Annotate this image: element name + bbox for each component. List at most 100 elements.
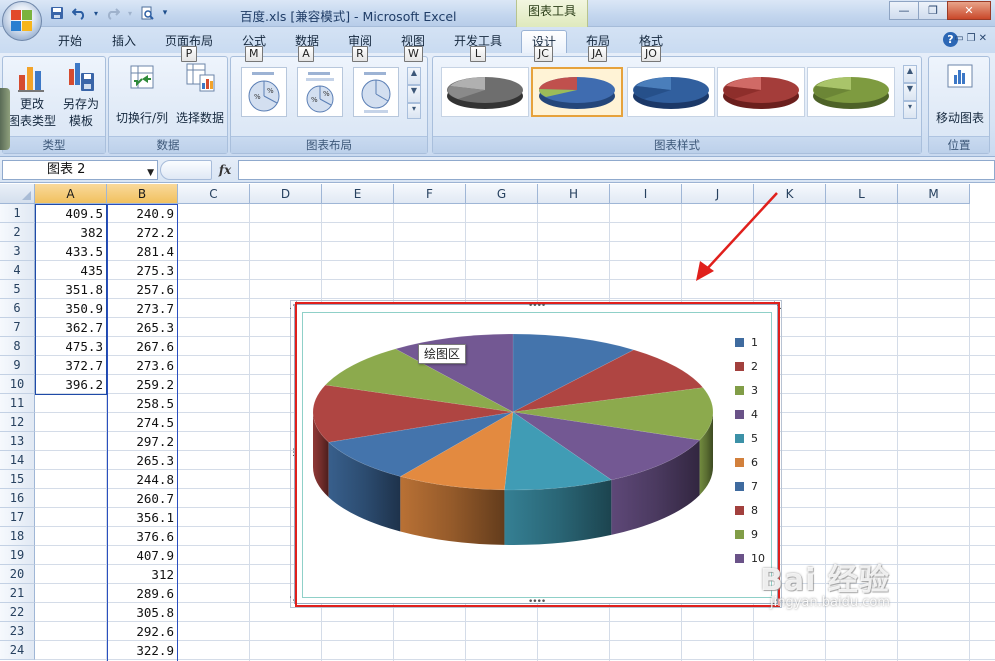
minimize-button[interactable]: —: [889, 1, 919, 20]
office-button[interactable]: [2, 1, 42, 41]
resize-handle-bottom[interactable]: ••••: [528, 597, 546, 607]
column-header-b[interactable]: B: [107, 184, 178, 204]
close-icon[interactable]: ✕: [979, 33, 987, 44]
legend-item-10[interactable]: 10: [735, 551, 765, 565]
column-header-a[interactable]: A: [35, 184, 107, 204]
column-header-h[interactable]: H: [538, 184, 610, 204]
insert-function-icon[interactable]: fx: [214, 160, 236, 180]
row-header-4[interactable]: 4: [0, 261, 35, 280]
tab-home[interactable]: 开始: [48, 30, 92, 53]
undo-icon[interactable]: [70, 4, 88, 22]
chart-style-gray[interactable]: [441, 67, 529, 117]
gallery-scroll-down-icon[interactable]: ▼: [407, 85, 421, 103]
legend-item-2[interactable]: 2: [735, 359, 758, 373]
layout-option-1[interactable]: %%: [241, 67, 287, 117]
row-header-23[interactable]: 23: [0, 622, 35, 641]
dropdown-arrow-icon[interactable]: ▾: [92, 4, 100, 22]
restore-icon[interactable]: ❐: [967, 33, 976, 44]
switch-row-column-button[interactable]: 切换行/列: [111, 61, 173, 127]
close-button[interactable]: ✕: [947, 1, 991, 20]
layout-option-2[interactable]: %%: [297, 67, 343, 117]
resize-handle-top[interactable]: ••••: [528, 301, 546, 311]
chart-style-green[interactable]: [807, 67, 895, 117]
row-header-2[interactable]: 2: [0, 223, 35, 242]
row-header-1[interactable]: 1: [0, 204, 35, 223]
styles-scroll-up-icon[interactable]: ▲: [903, 65, 917, 83]
name-box-dropdown-icon[interactable]: ▼: [147, 164, 154, 182]
tab-insert[interactable]: 插入: [104, 30, 144, 53]
row-header-18[interactable]: 18: [0, 527, 35, 546]
column-header-d[interactable]: D: [250, 184, 322, 204]
row-header-11[interactable]: 11: [0, 394, 35, 413]
minimize-icon[interactable]: ▭: [954, 33, 963, 44]
column-header-i[interactable]: I: [610, 184, 682, 204]
legend-item-5[interactable]: 5: [735, 431, 758, 445]
legend-item-4[interactable]: 4: [735, 407, 758, 421]
save-icon[interactable]: [48, 4, 66, 22]
legend-item-6[interactable]: 6: [735, 455, 758, 469]
redo-icon[interactable]: [104, 4, 122, 22]
customize-qat-icon[interactable]: ▾: [160, 4, 170, 22]
row-header-8[interactable]: 8: [0, 337, 35, 356]
move-chart-button[interactable]: 移动图表: [931, 61, 989, 127]
gallery-more-icon[interactable]: ▾: [407, 103, 421, 119]
row-header-20[interactable]: 20: [0, 565, 35, 584]
row-header-21[interactable]: 21: [0, 584, 35, 603]
chart-style-blue[interactable]: [627, 67, 715, 117]
row-header-14[interactable]: 14: [0, 451, 35, 470]
column-header-c[interactable]: C: [178, 184, 250, 204]
select-data-button[interactable]: 选择数据: [173, 61, 227, 127]
resize-handle-left[interactable]: ⋮: [289, 448, 298, 458]
resize-handle-right[interactable]: ⋮: [775, 448, 784, 458]
row-header-7[interactable]: 7: [0, 318, 35, 337]
select-all-corner[interactable]: [0, 184, 35, 204]
name-box[interactable]: 图表 2 ▼: [2, 160, 158, 180]
row-header-24[interactable]: 24: [0, 641, 35, 660]
legend-item-7[interactable]: 7: [735, 479, 758, 493]
legend-item-3[interactable]: 3: [735, 383, 758, 397]
legend-item-9[interactable]: 9: [735, 527, 758, 541]
save-as-template-button[interactable]: 另存为 模板: [57, 61, 105, 130]
pie-chart[interactable]: 1 2 3 4 5 6 7 8 9 10: [294, 304, 778, 604]
layout-option-3[interactable]: [353, 67, 399, 117]
row-header-13[interactable]: 13: [0, 432, 35, 451]
row-header-12[interactable]: 12: [0, 413, 35, 432]
legend-item-1[interactable]: 1: [735, 335, 758, 349]
resize-handle-bottom-right[interactable]: ⋰: [772, 596, 781, 606]
dropdown-arrow-icon[interactable]: ▾: [126, 4, 134, 22]
resize-handle-top-left[interactable]: ⋰: [289, 301, 298, 311]
gallery-scroll-up-icon[interactable]: ▲: [407, 67, 421, 85]
print-preview-icon[interactable]: [138, 4, 156, 22]
row-header-19[interactable]: 19: [0, 546, 35, 565]
restore-button[interactable]: ❐: [918, 1, 948, 20]
row-header-10[interactable]: 10: [0, 375, 35, 394]
pie-plot-area[interactable]: [295, 305, 735, 605]
chart-style-colorful[interactable]: [531, 67, 623, 117]
change-chart-type-button[interactable]: 更改 图表类型: [7, 61, 57, 130]
row-header-22[interactable]: 22: [0, 603, 35, 622]
side-gadget-handle[interactable]: [0, 88, 10, 150]
data-range-a: [35, 204, 107, 395]
window-title: 百度.xls [兼容模式] - Microsoft Excel: [240, 9, 457, 24]
row-header-16[interactable]: 16: [0, 489, 35, 508]
row-header-15[interactable]: 15: [0, 470, 35, 489]
chart-style-red[interactable]: [717, 67, 805, 117]
formula-bar-expander[interactable]: [160, 160, 212, 180]
styles-scroll-down-icon[interactable]: ▼: [903, 83, 917, 101]
row-header-3[interactable]: 3: [0, 242, 35, 261]
legend-swatch: [735, 385, 744, 395]
column-header-m[interactable]: M: [898, 184, 970, 204]
row-header-9[interactable]: 9: [0, 356, 35, 375]
column-header-f[interactable]: F: [394, 184, 466, 204]
resize-handle-top-right[interactable]: ⋱: [773, 301, 782, 311]
row-header-6[interactable]: 6: [0, 299, 35, 318]
resize-handle-bottom-left[interactable]: ⋱: [289, 596, 298, 606]
column-header-e[interactable]: E: [322, 184, 394, 204]
row-header-17[interactable]: 17: [0, 508, 35, 527]
formula-input[interactable]: [238, 160, 995, 180]
row-header-5[interactable]: 5: [0, 280, 35, 299]
styles-more-icon[interactable]: ▾: [903, 101, 917, 119]
column-header-l[interactable]: L: [826, 184, 898, 204]
column-header-g[interactable]: G: [466, 184, 538, 204]
legend-item-8[interactable]: 8: [735, 503, 758, 517]
